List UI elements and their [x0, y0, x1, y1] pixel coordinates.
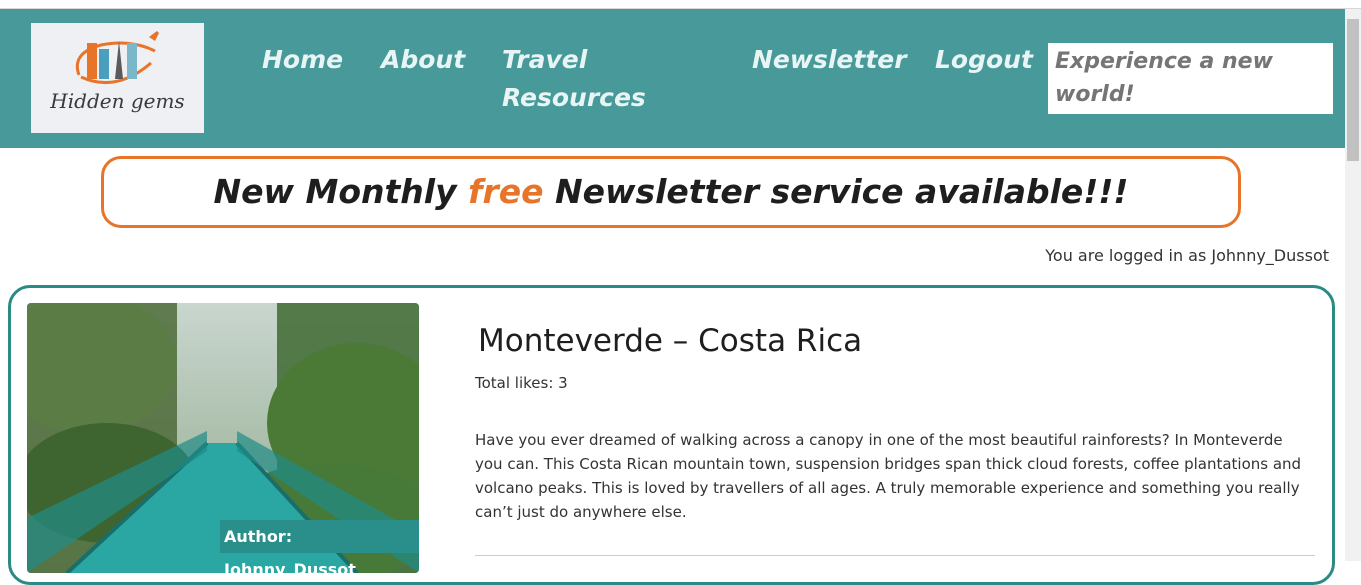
- post-photo: Author: Johnny_Dussot: [27, 303, 419, 573]
- page-scrollbar[interactable]: [1345, 9, 1361, 561]
- nav-logout[interactable]: Logout: [935, 41, 1033, 79]
- banner-free-highlight: free: [468, 172, 544, 211]
- nav-home[interactable]: Home: [262, 41, 343, 79]
- banner-text: New Monthly free Newsletter service avai…: [214, 172, 1129, 211]
- banner-text-before: New Monthly: [213, 172, 469, 211]
- author-tag: Author: Johnny_Dussot: [220, 520, 419, 573]
- nav-about[interactable]: About: [381, 41, 465, 79]
- nav-travel-resources[interactable]: Travel Resources: [502, 41, 722, 117]
- post-description: Have you ever dreamed of walking across …: [475, 431, 1302, 521]
- banner-text-after: Newsletter service available!!!: [543, 172, 1129, 211]
- newsletter-banner: New Monthly free Newsletter service avai…: [101, 156, 1241, 228]
- browser-top-strip: [0, 0, 1361, 9]
- likes-count: Total likes: 3: [475, 374, 568, 392]
- nav-newsletter[interactable]: Newsletter: [752, 41, 907, 79]
- logo-landmarks-icon: [75, 31, 159, 85]
- scrollbar-thumb[interactable]: [1347, 19, 1359, 161]
- login-status: You are logged in as Johnny_Dussot: [1045, 246, 1329, 265]
- logo-text: Hidden gems: [50, 89, 185, 113]
- site-logo[interactable]: Hidden gems: [31, 23, 204, 133]
- divider: [475, 555, 1315, 556]
- post-title: Monteverde – Costa Rica: [478, 323, 863, 359]
- site-header: Hidden gems Home About Travel Resources …: [0, 9, 1345, 148]
- search-input[interactable]: [1048, 43, 1333, 114]
